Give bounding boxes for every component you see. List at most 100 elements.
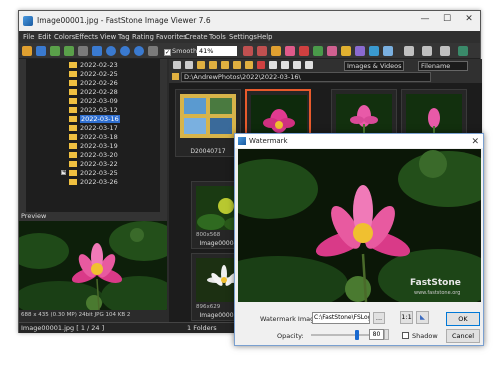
close-button[interactable]: ✕ — [458, 14, 480, 28]
opacity-spinner[interactable] — [384, 329, 389, 340]
folder-tree: + 2022-02-23 2022-02-25 2022-02-26 2022-… — [19, 59, 167, 212]
menu-rating[interactable]: Rating — [132, 33, 154, 41]
opacity-slider-track[interactable] — [311, 334, 369, 336]
folder-item[interactable]: 2022-03-18 — [69, 133, 159, 142]
crop-icon[interactable] — [271, 46, 281, 56]
ok-button[interactable]: OK — [446, 312, 480, 326]
tag-icon[interactable] — [269, 61, 277, 69]
close-icon[interactable]: ✕ — [471, 135, 479, 149]
draw-icon[interactable] — [355, 46, 365, 56]
folder-item[interactable]: 2022-03-19 — [69, 142, 159, 151]
actual-size-icon[interactable] — [134, 46, 144, 56]
minimize-button[interactable]: — — [414, 14, 436, 28]
email-icon[interactable] — [92, 46, 102, 56]
cancel-button[interactable]: Cancel — [446, 329, 480, 343]
print-icon[interactable] — [78, 46, 88, 56]
menu-colors[interactable]: Colors — [54, 33, 75, 41]
folder-icon — [69, 179, 77, 185]
folder-item[interactable]: 2022-02-28 — [69, 88, 159, 97]
shadow-checkbox[interactable] — [402, 332, 409, 339]
folder-item[interactable]: 2022-03-09 — [69, 97, 159, 106]
folder-item[interactable]: 2022-02-25 — [69, 70, 159, 79]
expand-icon[interactable]: + — [61, 170, 66, 175]
delete-icon[interactable] — [257, 61, 265, 69]
slideshow-icon[interactable] — [369, 46, 379, 56]
thumbnail-item[interactable]: D20040717 — [175, 89, 241, 157]
maximize-button[interactable]: ☐ — [436, 14, 458, 28]
rotate-right-icon[interactable] — [257, 46, 267, 56]
folder-icon — [69, 161, 77, 167]
path-input[interactable]: D:\AndrewPhotos\2022\2022-03-16\ — [181, 72, 431, 82]
watermark-image-input[interactable]: C:\FastStone\FSLogo. — [312, 312, 370, 324]
menu-favorites[interactable]: Favorites — [156, 33, 187, 41]
view-options-icon[interactable] — [305, 61, 313, 69]
favorite-folder-icon[interactable] — [221, 61, 229, 69]
shadow-label: Shadow — [412, 332, 438, 340]
layout-2-icon[interactable] — [422, 46, 432, 56]
menu-effects[interactable]: Effects — [75, 33, 98, 41]
folder-item[interactable]: 2022-03-22 — [69, 160, 159, 169]
new-folder-icon[interactable] — [209, 61, 217, 69]
open-folder-icon[interactable] — [22, 46, 32, 56]
menu-tag[interactable]: Tag — [118, 33, 130, 41]
folder-label: 2022-02-26 — [80, 79, 118, 87]
folder-item[interactable]: 2022-03-17 — [69, 124, 159, 133]
folder-item[interactable]: 2022-02-23 — [69, 61, 159, 70]
folder-item[interactable]: 2022-03-12 — [69, 106, 159, 115]
position-icon[interactable]: ◣ — [416, 311, 429, 324]
red-eye-icon[interactable] — [299, 46, 309, 56]
zoom-out-icon[interactable] — [120, 46, 130, 56]
menu-create[interactable]: Create — [185, 33, 208, 41]
sort-select[interactable]: Filename — [418, 61, 468, 71]
opacity-value[interactable]: 80 — [369, 329, 384, 340]
menu-tools[interactable]: Tools — [209, 33, 226, 41]
folder-tree-scrollbar-left[interactable] — [19, 59, 26, 212]
menu-settings[interactable]: Settings — [229, 33, 257, 41]
rotate-left-icon[interactable] — [243, 46, 253, 56]
menu-help[interactable]: Help — [257, 33, 273, 41]
forward-icon[interactable] — [185, 61, 193, 69]
folder-icon — [69, 107, 77, 113]
folder-label: 2022-03-26 — [80, 178, 118, 186]
thumbnail-dimensions: 896x629 — [196, 304, 221, 310]
layout-1-icon[interactable] — [404, 46, 414, 56]
menu-file[interactable]: File — [23, 33, 34, 41]
folder-item[interactable]: 2022-02-26 — [69, 79, 159, 88]
copy-to-icon[interactable] — [233, 61, 241, 69]
folder-item[interactable]: 2022-03-26 — [69, 178, 159, 187]
adjust-colors-icon[interactable] — [313, 46, 323, 56]
watermark-brand: FastStone — [410, 278, 461, 288]
fit-icon[interactable] — [148, 46, 158, 56]
parent-folder-icon[interactable] — [197, 61, 205, 69]
folder-item[interactable]: 2022-03-20 — [69, 151, 159, 160]
thumbnails-icon[interactable] — [293, 61, 301, 69]
opacity-slider-thumb[interactable] — [355, 330, 360, 340]
save-icon[interactable] — [50, 46, 60, 56]
open-file-icon[interactable] — [36, 46, 46, 56]
ratio-button[interactable]: 1:1 — [400, 311, 413, 324]
preview-info: 688 x 435 (0.30 MP) 24bit JPG 104 KB 2 — [19, 310, 167, 320]
full-screen-icon[interactable] — [458, 46, 468, 56]
folder-icon — [69, 98, 77, 104]
back-icon[interactable] — [173, 61, 181, 69]
zoom-in-icon[interactable] — [106, 46, 116, 56]
layout-3-icon[interactable] — [440, 46, 450, 56]
zoom-select[interactable]: 41% — [197, 46, 237, 56]
browse-button[interactable]: ... — [373, 312, 385, 324]
folder-item-selected[interactable]: 2022-03-16 — [69, 115, 159, 124]
move-to-icon[interactable] — [245, 61, 253, 69]
folder-tree-scrollbar[interactable] — [160, 59, 167, 212]
folder-label: 2022-03-12 — [80, 106, 118, 114]
folder-icon — [69, 134, 77, 140]
resize-icon[interactable] — [285, 46, 295, 56]
smooth-checkbox[interactable]: ✓ Smooth — [164, 47, 197, 56]
filter-select[interactable]: Images & Videos — [344, 61, 404, 71]
effects-icon[interactable] — [327, 46, 337, 56]
compare-icon[interactable] — [383, 46, 393, 56]
menu-edit[interactable]: Edit — [38, 33, 51, 41]
save-as-icon[interactable] — [64, 46, 74, 56]
folder-item[interactable]: 2022-03-25 — [69, 169, 159, 178]
details-icon[interactable] — [281, 61, 289, 69]
menu-view[interactable]: View — [100, 33, 116, 41]
lighting-icon[interactable] — [341, 46, 351, 56]
